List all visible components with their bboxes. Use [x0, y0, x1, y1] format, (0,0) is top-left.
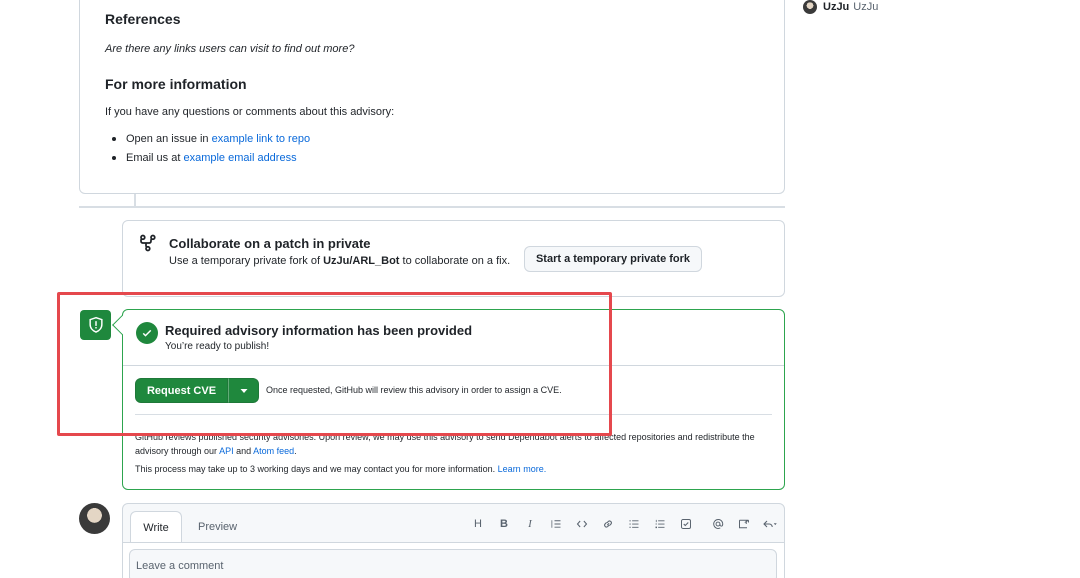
- task-list-icon[interactable]: [676, 516, 696, 532]
- request-cve-button[interactable]: Request CVE: [135, 378, 228, 403]
- contact-list: Open an issue in example link to repo Em…: [105, 132, 310, 170]
- divider: [135, 414, 772, 415]
- review-notice-end: .: [294, 446, 297, 456]
- composer-body: [123, 542, 784, 578]
- divider: [123, 365, 784, 366]
- references-heading: References: [105, 11, 181, 27]
- api-link[interactable]: API: [219, 446, 234, 456]
- cve-note: Once requested, GitHub will review this …: [266, 385, 562, 395]
- mention-icon[interactable]: [708, 516, 728, 532]
- markdown-toolbar: H B I: [468, 516, 786, 532]
- collaborate-panel: Collaborate on a patch in private Use a …: [122, 220, 785, 297]
- quote-icon[interactable]: [546, 516, 566, 532]
- email-link[interactable]: example email address: [183, 152, 296, 164]
- more-info-text: If you have any questions or comments ab…: [105, 106, 395, 118]
- collaborate-title: Collaborate on a patch in private: [169, 236, 371, 251]
- collaborate-desc-prefix: Use a temporary private fork of: [169, 255, 324, 267]
- advisory-description: References Are there any links users can…: [79, 0, 785, 194]
- comment-composer: Write Preview H B I: [122, 503, 785, 578]
- heading-icon[interactable]: H: [468, 516, 488, 532]
- collaborate-desc-suffix: to collaborate on a fix.: [399, 255, 511, 267]
- comment-input[interactable]: [129, 549, 777, 578]
- process-notice: This process may take up to 3 working da…: [135, 464, 546, 474]
- check-circle-icon: [136, 322, 158, 344]
- participant-avatar: [803, 0, 817, 14]
- code-icon[interactable]: [572, 516, 592, 532]
- panel-pointer: [112, 315, 132, 335]
- repo-forked-icon: [140, 234, 156, 252]
- references-text: Are there any links users can visit to f…: [105, 43, 355, 55]
- timeline-connector: [134, 194, 136, 206]
- participant-name: UzJu: [853, 1, 879, 13]
- tab-write[interactable]: Write: [130, 511, 182, 543]
- reply-icon[interactable]: [760, 516, 780, 532]
- unordered-list-icon[interactable]: [624, 516, 644, 532]
- repo-link[interactable]: example link to repo: [212, 133, 310, 145]
- collaborate-description: Use a temporary private fork of UzJu/ARL…: [169, 255, 510, 267]
- participant-login: UzJu: [823, 1, 850, 13]
- required-info-panel: Required advisory information has been p…: [112, 309, 785, 490]
- request-cve-dropdown-button[interactable]: [228, 378, 259, 403]
- process-notice-text: This process may take up to 3 working da…: [135, 464, 498, 474]
- timeline-divider: [79, 206, 785, 208]
- more-info-heading: For more information: [105, 76, 247, 92]
- list-item-text: Email us at: [126, 152, 184, 164]
- required-info-subtitle: You’re ready to publish!: [165, 341, 270, 352]
- ordered-list-icon[interactable]: [650, 516, 670, 532]
- learn-more-link[interactable]: Learn more.: [498, 464, 547, 474]
- avatar[interactable]: [79, 503, 110, 534]
- italic-icon[interactable]: I: [520, 516, 540, 532]
- link-icon[interactable]: [598, 516, 618, 532]
- cross-reference-icon[interactable]: [734, 516, 754, 532]
- tab-preview[interactable]: Preview: [198, 521, 237, 533]
- list-item: Email us at example email address: [105, 151, 310, 170]
- atom-feed-link[interactable]: Atom feed: [253, 446, 294, 456]
- required-info-title: Required advisory information has been p…: [165, 323, 473, 338]
- repo-name: UzJu/ARL_Bot: [323, 255, 400, 267]
- list-item-text: Open an issue in: [126, 133, 212, 145]
- triangle-down-icon: [240, 388, 247, 393]
- start-private-fork-button[interactable]: Start a temporary private fork: [524, 246, 702, 272]
- bold-icon[interactable]: B: [494, 516, 514, 532]
- list-item: Open an issue in example link to repo: [105, 132, 310, 151]
- request-cve-button-group: Request CVE: [135, 378, 259, 403]
- shield-icon: [80, 310, 111, 340]
- participant[interactable]: UzJu UzJu: [803, 0, 878, 14]
- review-notice-and: and: [233, 446, 254, 456]
- review-notice: GitHub reviews published security adviso…: [135, 430, 775, 458]
